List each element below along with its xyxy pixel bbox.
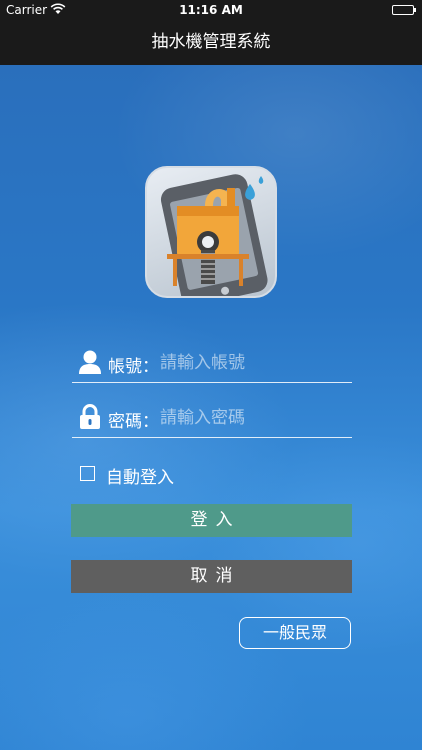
page-title: 抽水機管理系統 xyxy=(151,32,271,52)
password-label: 密碼： xyxy=(108,412,159,432)
navigation-bar: 抽水機管理系統 xyxy=(0,20,422,65)
account-field[interactable]: 帳號： xyxy=(72,345,352,383)
lock-icon xyxy=(78,404,102,430)
clock-time: 11:16 AM xyxy=(179,3,243,17)
account-input[interactable] xyxy=(160,345,350,381)
pump-phone-logo xyxy=(145,166,277,298)
battery-icon xyxy=(392,5,416,15)
account-label: 帳號： xyxy=(108,357,159,377)
public-user-button[interactable]: 一般民眾 xyxy=(239,617,351,649)
auto-login-label: 自動登入 xyxy=(106,468,174,488)
cancel-button[interactable]: 取消 xyxy=(71,560,352,593)
auto-login-checkbox[interactable] xyxy=(80,466,95,481)
user-icon xyxy=(78,349,102,375)
status-bar: Carrier 11:16 AM xyxy=(0,0,422,20)
login-button[interactable]: 登入 xyxy=(71,504,352,537)
password-input[interactable] xyxy=(160,400,350,436)
password-field[interactable]: 密碼： xyxy=(72,400,352,438)
